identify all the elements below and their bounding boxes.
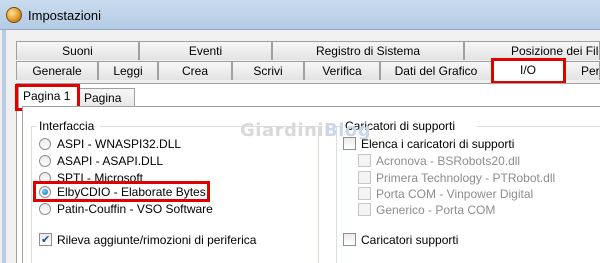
loaders-group-border-left bbox=[336, 126, 337, 263]
loader-label: Acronova - BSRobots20.dll bbox=[376, 154, 521, 168]
tab-verifica[interactable]: Verifica bbox=[304, 61, 380, 80]
interface-group-border-right bbox=[318, 126, 319, 263]
tab-posizione-dei-file[interactable]: Posizione dei File bbox=[464, 41, 600, 60]
radio-button-selected[interactable] bbox=[39, 186, 51, 198]
radio-button[interactable] bbox=[39, 172, 51, 184]
tab-leggi[interactable]: Leggi bbox=[98, 61, 158, 80]
radio-button[interactable] bbox=[39, 203, 51, 215]
title-bar: Impostazioni bbox=[0, 0, 600, 30]
tab-eventi[interactable]: Eventi bbox=[139, 41, 272, 60]
loader-checkbox-disabled bbox=[358, 171, 371, 184]
loader-item-primera: Primera Technology - PTRobot.dll bbox=[358, 170, 593, 186]
interface-group-border-left bbox=[31, 126, 32, 263]
tab-periferiche[interactable]: Peri bbox=[564, 61, 600, 80]
watermark-logo: GiardiniBlog bbox=[240, 120, 371, 141]
loader-label: Primera Technology - PTRobot.dll bbox=[376, 171, 556, 185]
window-title: Impostazioni bbox=[28, 8, 101, 23]
detect-changes-checkbox-row[interactable]: Rileva aggiunte/rimozioni di periferica bbox=[39, 232, 314, 248]
watermark-text-accent: Blog bbox=[324, 120, 372, 141]
tab-suoni[interactable]: Suoni bbox=[16, 41, 139, 60]
radio-option-patin-couffin[interactable]: Patin-Couffin - VSO Software bbox=[39, 201, 299, 217]
radio-label: ASPI - WNASPI32.DLL bbox=[57, 137, 182, 151]
radio-option-elbycdio[interactable]: ElbyCDIO - Elaborate Bytes bbox=[39, 184, 299, 200]
radio-label: ASAPI - ASAPI.DLL bbox=[57, 154, 164, 168]
list-loaders-label: Elenca i caricatori di supporti bbox=[361, 137, 515, 151]
subtab-pagina-2[interactable]: Pagina 2 bbox=[79, 88, 135, 124]
loader-checkbox-disabled bbox=[358, 187, 371, 200]
tab-registro-di-sistema[interactable]: Registro di Sistema bbox=[272, 41, 464, 60]
media-loaders-label: Caricatori supporti bbox=[361, 233, 459, 247]
tab-scrivi[interactable]: Scrivi bbox=[232, 61, 304, 80]
tab-io[interactable]: I/O bbox=[492, 59, 564, 81]
media-loaders-checkbox-row[interactable]: Caricatori supporti bbox=[343, 232, 543, 248]
tab-dati-del-grafico[interactable]: Dati del Grafico bbox=[380, 61, 492, 80]
tab-generale[interactable]: Generale bbox=[16, 61, 98, 80]
watermark-text: Giardini bbox=[240, 120, 325, 141]
interface-group-label: Interfaccia bbox=[39, 119, 95, 133]
radio-label: Patin-Couffin - VSO Software bbox=[57, 202, 213, 216]
radio-option-asapi[interactable]: ASAPI - ASAPI.DLL bbox=[39, 153, 299, 169]
list-loaders-checkbox-row[interactable]: Elenca i caricatori di supporti bbox=[343, 136, 593, 152]
loader-item-acronova: Acronova - BSRobots20.dll bbox=[358, 153, 593, 169]
radio-label: ElbyCDIO - Elaborate Bytes bbox=[57, 185, 206, 199]
tab-crea[interactable]: Crea bbox=[158, 61, 232, 80]
loader-checkbox-disabled bbox=[358, 154, 371, 167]
loader-item-porta-com-vinpower: Porta COM - Vinpower Digital bbox=[358, 186, 593, 202]
radio-button[interactable] bbox=[39, 138, 51, 150]
loader-label: Porta COM - Vinpower Digital bbox=[376, 187, 534, 201]
detect-changes-checkbox[interactable] bbox=[39, 232, 52, 248]
subtab-pagina-1[interactable]: Pagina 1 bbox=[18, 86, 78, 108]
media-loaders-checkbox[interactable] bbox=[343, 233, 356, 246]
radio-button[interactable] bbox=[39, 155, 51, 167]
detect-changes-label: Rileva aggiunte/rimozioni di periferica bbox=[57, 233, 257, 247]
loader-label: Generico - Porta COM bbox=[376, 203, 496, 217]
loader-item-generico: Generico - Porta COM bbox=[358, 202, 593, 218]
app-icon bbox=[6, 7, 22, 23]
loader-checkbox-disabled bbox=[358, 203, 371, 216]
loaders-group-border-top-right bbox=[477, 126, 600, 127]
window-frame-left bbox=[2, 30, 6, 263]
